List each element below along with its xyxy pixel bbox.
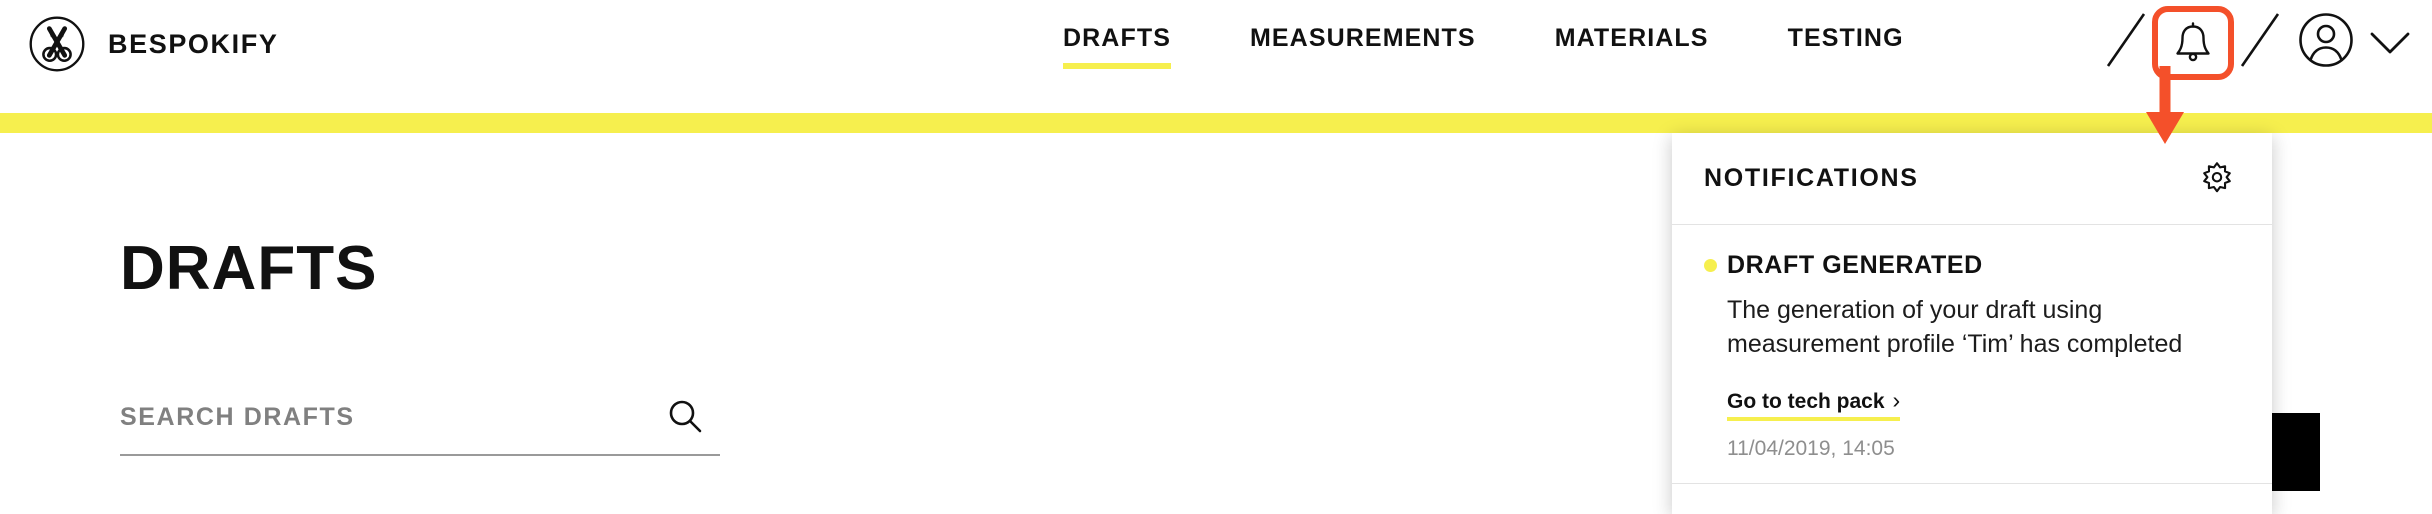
notification-title-row: DRAFT GENERATED <box>1704 251 2236 280</box>
go-to-tech-pack-label: Go to tech pack <box>1727 390 1885 413</box>
nav-item-materials-label: MATERIALS <box>1554 24 1709 52</box>
slash-separator-icon <box>2104 8 2148 70</box>
user-avatar-icon[interactable] <box>2298 12 2354 68</box>
nav-item-drafts-label: DRAFTS <box>1063 24 1171 52</box>
app-header: BESPOKIFY DRAFTS MEASUREMENTS MATERIALS … <box>0 0 2432 113</box>
accent-bar <box>0 113 2432 133</box>
search-drafts-row: SEARCH DRAFTS <box>120 398 720 456</box>
header-actions <box>2104 0 2412 113</box>
notifications-panel-header: NOTIFICATIONS <box>1672 133 2272 225</box>
scissors-circle-icon <box>28 15 86 73</box>
search-input[interactable]: SEARCH DRAFTS <box>120 398 720 456</box>
gear-icon[interactable] <box>2198 160 2236 198</box>
nav-item-measurements-label: MEASUREMENTS <box>1249 24 1476 52</box>
notifications-title: NOTIFICATIONS <box>1704 164 1919 192</box>
notification-title: DRAFT GENERATED <box>1727 251 1983 279</box>
notification-item[interactable]: DRAFT GENERATED The generation of your d… <box>1672 225 2272 484</box>
notification-body: The generation of your draft using measu… <box>1727 296 2183 358</box>
notifications-panel: NOTIFICATIONS DRAFT GENERATED The genera… <box>1672 133 2272 514</box>
brand-logo[interactable]: BESPOKIFY <box>28 14 278 74</box>
nav-item-testing-label: TESTING <box>1787 24 1904 52</box>
notification-bell-icon <box>2173 21 2213 65</box>
content-thumbnail-block <box>2270 413 2320 491</box>
notifications-bell-button[interactable] <box>2152 6 2234 80</box>
brand-name: BESPOKIFY <box>108 28 279 59</box>
chevron-down-icon[interactable] <box>2368 28 2412 58</box>
slash-separator-icon-2 <box>2238 8 2282 70</box>
unread-dot-icon <box>1704 259 1717 272</box>
nav-item-drafts[interactable]: DRAFTS <box>1063 18 1171 69</box>
search-icon[interactable] <box>666 398 704 436</box>
page-title: DRAFTS <box>120 234 378 303</box>
main-navigation: DRAFTS MEASUREMENTS MATERIALS TESTING <box>0 0 2432 113</box>
go-to-tech-pack-link[interactable]: Go to tech pack › <box>1727 387 1901 421</box>
chevron-right-icon: › <box>1892 387 1901 413</box>
nav-item-materials[interactable]: MATERIALS <box>1555 18 1709 69</box>
search-placeholder: SEARCH DRAFTS <box>120 402 355 431</box>
app-root: BESPOKIFY DRAFTS MEASUREMENTS MATERIALS … <box>0 0 2432 514</box>
notification-timestamp: 11/04/2019, 14:05 <box>1727 437 1895 460</box>
nav-item-testing[interactable]: TESTING <box>1788 18 1904 69</box>
nav-item-measurements[interactable]: MEASUREMENTS <box>1250 18 1476 69</box>
